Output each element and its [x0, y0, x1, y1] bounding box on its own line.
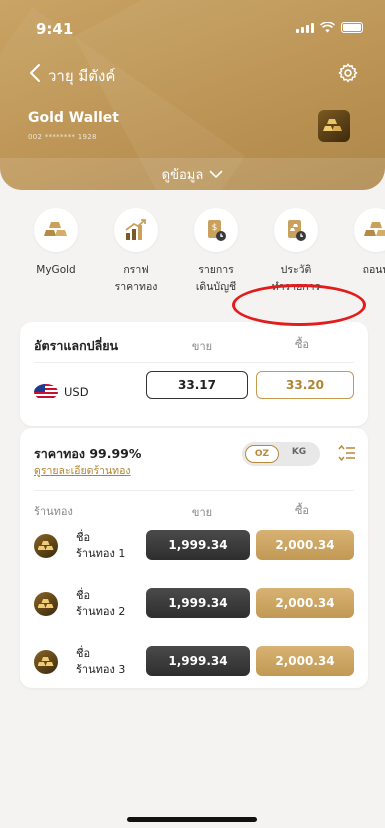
back-arrow-icon[interactable] — [26, 62, 48, 84]
unit-toggle[interactable]: OZ KG — [242, 442, 320, 466]
gold-sell-price[interactable]: 1,999.34 — [146, 530, 250, 560]
menu-item-statement[interactable]: $ รายการ เดินบัญชี — [176, 208, 256, 296]
user-name: วายุ มีตังค์ — [48, 67, 116, 85]
unit-option-kg[interactable]: KG — [284, 447, 314, 457]
gold-buy-price[interactable]: 2,000.34 — [256, 530, 354, 560]
menu-item-history[interactable]: ประวัติ ทำรายการ — [256, 208, 336, 296]
exchange-rate-title: อัตราแลกปลี่ยน — [34, 338, 119, 353]
wallet-header: 9:41 วายุ มีตังค์ Gold Wallet 002 ******… — [0, 0, 385, 190]
history-icon — [274, 208, 318, 252]
store-name: ร้านทอง 2 — [76, 605, 126, 618]
divider — [34, 490, 354, 491]
gold-price-title: ราคาทอง 99.99% — [34, 446, 142, 461]
menu-label: MyGold — [36, 264, 76, 276]
gold-sell-value: 1,999.34 — [168, 654, 228, 668]
status-bar: 9:41 — [0, 0, 385, 44]
gold-sell-price[interactable]: 1,999.34 — [146, 646, 250, 676]
gold-store-details-link[interactable]: ดูรายละเอียดร้านทอง — [34, 462, 131, 479]
svg-text:$: $ — [212, 223, 218, 233]
gold-store-row[interactable]: ชื่อ ร้านทอง 2 1,999.34 2,000.34 — [20, 586, 368, 626]
menu-label: รายการ เดินบัญชี — [195, 264, 237, 293]
store-name: ร้านทอง 1 — [76, 547, 126, 560]
buy-header: ซื้อ — [294, 504, 310, 517]
wifi-icon — [320, 22, 335, 33]
fx-buy-value: 33.20 — [286, 378, 324, 392]
fx-buy-rate[interactable]: 33.20 — [256, 371, 354, 399]
store-header: ร้านทอง — [34, 505, 73, 518]
divider — [34, 362, 354, 363]
chevron-down-icon — [210, 170, 223, 178]
exchange-rate-card: อัตราแลกปลี่ยน ขาย ซื้อ USD 33.17 33.20 — [20, 322, 368, 426]
gold-store-logo-icon — [34, 534, 58, 558]
nav-bar: วายุ มีตังค์ — [0, 56, 385, 92]
gold-price-card: ราคาทอง 99.99% ดูรายละเอียดร้านทอง OZ KG… — [20, 428, 368, 688]
menu-item-mygold[interactable]: MyGold — [16, 208, 96, 279]
battery-icon — [341, 22, 363, 33]
wallet-account-number: 002 ******** 1928 — [28, 133, 97, 141]
menu-label: กราฟ ราคาทอง — [114, 264, 158, 293]
sort-list-icon[interactable] — [338, 444, 356, 462]
gold-bars-icon — [34, 208, 78, 252]
statement-icon: $ — [194, 208, 238, 252]
gold-buy-value: 2,000.34 — [275, 538, 335, 552]
currency-code: USD — [64, 385, 89, 399]
gold-buy-price[interactable]: 2,000.34 — [256, 646, 354, 676]
store-name: ร้านทอง 3 — [76, 663, 126, 676]
gold-store-logo-icon — [34, 650, 58, 674]
buy-header: ซื้อ — [294, 338, 310, 351]
gold-bars-icon — [318, 110, 350, 142]
gold-buy-value: 2,000.34 — [275, 596, 335, 610]
fx-sell-value: 33.17 — [178, 378, 216, 392]
menu-item-withdraw[interactable]: ถอนท — [336, 208, 385, 279]
gold-sell-value: 1,999.34 — [168, 596, 228, 610]
gold-sell-price[interactable]: 1,999.34 — [146, 588, 250, 618]
menu-item-gold-chart[interactable]: กราฟ ราคาทอง — [96, 208, 176, 296]
gold-store-logo-icon — [34, 592, 58, 616]
sell-header: ขาย — [191, 340, 213, 353]
menu-label: ถอนท — [362, 264, 385, 276]
chart-icon — [114, 208, 158, 252]
withdraw-icon — [354, 208, 385, 252]
unit-option-oz[interactable]: OZ — [245, 445, 279, 463]
gear-icon[interactable] — [337, 62, 359, 84]
signal-icon — [296, 23, 314, 33]
status-icons — [296, 22, 363, 33]
gold-buy-value: 2,000.34 — [275, 654, 335, 668]
us-flag-icon — [34, 384, 58, 400]
gold-store-row[interactable]: ชื่อ ร้านทอง 1 1,999.34 2,000.34 — [20, 528, 368, 568]
gold-buy-price[interactable]: 2,000.34 — [256, 588, 354, 618]
wallet-title: Gold Wallet — [28, 110, 119, 126]
view-info-toggle[interactable]: ดูข้อมูล — [0, 158, 385, 190]
highlight-circle — [232, 284, 366, 326]
home-indicator[interactable] — [127, 817, 257, 822]
fx-sell-rate[interactable]: 33.17 — [146, 371, 248, 399]
gold-sell-value: 1,999.34 — [168, 538, 228, 552]
sell-header: ขาย — [191, 506, 213, 519]
status-time: 9:41 — [36, 20, 74, 38]
view-info-label: ดูข้อมูล — [161, 167, 204, 183]
gold-store-row[interactable]: ชื่อ ร้านทอง 3 1,999.34 2,000.34 — [20, 644, 368, 684]
